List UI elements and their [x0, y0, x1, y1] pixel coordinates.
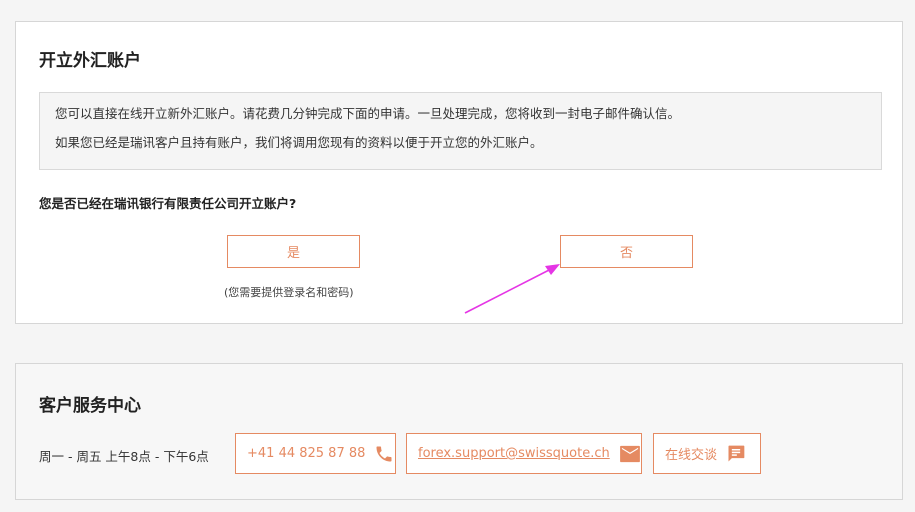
customer-service-card: 客户服务中心 周一 - 周五 上午8点 - 下午6点 +41 44 825 87… [15, 363, 903, 500]
chat-button[interactable]: 在线交谈 [653, 433, 761, 474]
phone-number: +41 44 825 87 88 [247, 446, 366, 461]
info-line-1: 您可以直接在线开立新外汇账户。请花费几分钟完成下面的申请。一旦处理完成，您将收到… [55, 106, 681, 121]
customer-service-title: 客户服务中心 [39, 396, 141, 416]
annotation-arrow-icon [464, 264, 560, 314]
no-button[interactable]: 否 [560, 235, 693, 268]
service-hours: 周一 - 周五 上午8点 - 下午6点 [39, 449, 209, 464]
support-email: forex.support@swissquote.ch [418, 446, 610, 461]
mail-icon [619, 445, 641, 463]
open-account-title: 开立外汇账户 [39, 51, 141, 71]
chat-label: 在线交谈 [665, 448, 718, 463]
yes-button[interactable]: 是 [227, 235, 360, 268]
phone-icon [374, 444, 394, 464]
open-account-card: 开立外汇账户 您可以直接在线开立新外汇账户。请花费几分钟完成下面的申请。一旦处理… [15, 21, 903, 324]
phone-button[interactable]: +41 44 825 87 88 [235, 433, 396, 474]
chat-icon [726, 444, 746, 464]
email-button[interactable]: forex.support@swissquote.ch [406, 433, 642, 474]
info-box: 您可以直接在线开立新外汇账户。请花费几分钟完成下面的申请。一旦处理完成，您将收到… [39, 92, 882, 170]
yes-hint: (您需要提供登录名和密码) [224, 286, 354, 299]
info-line-2: 如果您已经是瑞讯客户且持有账户，我们将调用您现有的资料以便于开立您的外汇账户。 [55, 135, 543, 150]
existing-account-question: 您是否已经在瑞讯银行有限责任公司开立账户? [39, 196, 297, 211]
